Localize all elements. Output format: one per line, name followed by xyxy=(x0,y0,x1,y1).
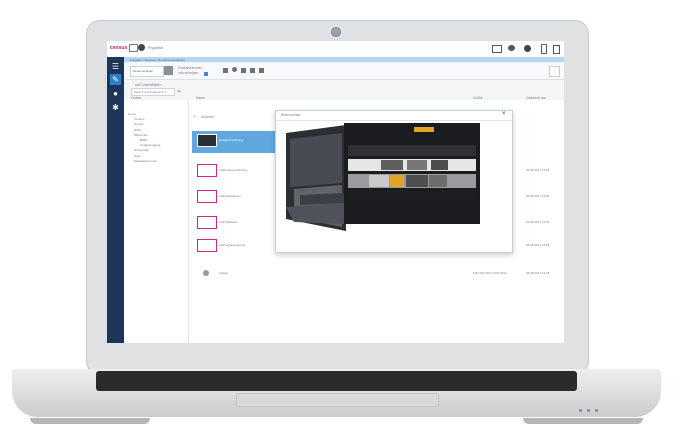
file-name[interactable]: ui4Info xyxy=(219,271,228,275)
webcam xyxy=(331,27,341,37)
laptop-foot-right xyxy=(523,418,643,424)
file-thumbnail[interactable] xyxy=(203,270,209,276)
file-thumbnail[interactable] xyxy=(197,190,217,203)
file-name[interactable]: Designeinrichtung xyxy=(219,138,243,142)
preview-image xyxy=(286,123,480,231)
tree-item[interactable]: Style xyxy=(134,154,141,158)
file-thumbnail[interactable] xyxy=(197,239,217,252)
tree-item[interactable]: Home xyxy=(128,112,136,116)
back-arrow-icon[interactable]: ↰ xyxy=(193,115,196,119)
chat-icon[interactable] xyxy=(508,45,515,51)
file-date: 25.08.2017 13:53 xyxy=(526,243,550,247)
list-folder-title: Außenm xyxy=(201,115,214,119)
search-icon[interactable] xyxy=(549,66,560,77)
status-led xyxy=(579,409,582,412)
settings-icon[interactable] xyxy=(524,45,531,52)
file-size: 5,84 KB (253 x 150) PNG xyxy=(473,271,508,275)
tree-item[interactable]: DWS xyxy=(134,128,141,132)
file-date: 25.08.2017 13:51 xyxy=(526,220,550,224)
keyboard xyxy=(96,371,577,391)
user-avatar-icon[interactable] xyxy=(138,44,145,51)
app-screen: census Peguteste ☰ ✎ ● ✱ Freigabe • Site… xyxy=(107,41,564,343)
mp3-icon[interactable] xyxy=(241,68,246,73)
pager-text: Seite 1 von insgesamt 1 xyxy=(134,90,167,94)
image-icon[interactable] xyxy=(223,68,228,73)
tree-item[interactable]: BildCenter xyxy=(134,133,148,137)
sidebar: ☰ ✎ ● ✱ xyxy=(107,57,124,343)
tools-icon[interactable]: ✱ xyxy=(110,102,121,113)
folder-tree: Home Content System DWS BildCenter Bilder Upda… xyxy=(124,100,189,343)
pager-input[interactable]: Seite 1 von insgesamt 1 xyxy=(131,88,175,96)
file-name[interactable]: ui4Designeinrichtung xyxy=(219,168,247,172)
sliders-icon[interactable]: ☰ xyxy=(110,61,121,72)
video-icon[interactable] xyxy=(250,68,255,73)
modal-title: Bildvorschau xyxy=(281,113,301,117)
status-led xyxy=(587,409,590,412)
breadcrumb[interactable]: ui4Content/Bilder xyxy=(135,83,161,87)
file-date: 25.08.2017 13:48 xyxy=(526,271,550,275)
tree-item[interactable]: Downloads xyxy=(134,148,149,152)
file-date: 25.08.2017 13:52 xyxy=(526,168,550,172)
tablet-icon[interactable] xyxy=(553,45,560,54)
close-icon[interactable]: × xyxy=(502,111,506,117)
tree-item[interactable]: System xyxy=(134,122,144,126)
file-thumbnail[interactable] xyxy=(197,216,217,229)
toolbar: Neues anlegen Schlüsselwörter Info anzei… xyxy=(124,63,564,80)
monitor-icon[interactable] xyxy=(492,45,502,53)
close-x-icon[interactable] xyxy=(164,66,173,75)
modal-header: Bildvorschau × xyxy=(276,111,512,121)
file-name[interactable]: ui4Publikation xyxy=(219,220,238,224)
user-name[interactable]: Peguteste xyxy=(148,46,163,50)
tree-item[interactable]: Content xyxy=(134,117,145,121)
laptop-foot-left xyxy=(30,418,150,424)
file-thumbnail[interactable] xyxy=(197,134,217,147)
circle-icon[interactable] xyxy=(232,67,237,72)
edit-pencil-icon[interactable]: ✎ xyxy=(110,74,121,85)
tree-item[interactable]: Bilder xyxy=(140,138,148,142)
tree-item[interactable]: UpdateLogging xyxy=(140,143,160,147)
notification-text: Freigabe • Sitemap • Benutzerverwaltung xyxy=(130,58,185,62)
file-name[interactable]: ui4Programmierung xyxy=(219,243,245,247)
notification-bar: Freigabe • Sitemap • Benutzerverwaltung xyxy=(124,57,564,62)
touchpad xyxy=(236,393,439,407)
trash-icon[interactable] xyxy=(259,68,264,73)
file-date: 25.08.2017 13:50 xyxy=(526,194,550,198)
status-led xyxy=(595,409,598,412)
pager-arrows[interactable]: ◂ ▸ xyxy=(177,89,181,93)
filter-checkbox[interactable] xyxy=(204,72,208,76)
filter-label: Schlüsselwörter xyxy=(178,66,202,70)
mobile-icon[interactable] xyxy=(541,44,547,54)
card-icon[interactable] xyxy=(129,44,138,52)
new-button[interactable]: Neues anlegen xyxy=(130,66,164,77)
file-name[interactable]: ui4Publikationen xyxy=(219,194,241,198)
info-icon[interactable]: ● xyxy=(110,88,121,99)
top-bar: census Peguteste xyxy=(107,41,564,58)
app-logo: census xyxy=(110,45,128,51)
filter-sub: Info anzeigen xyxy=(178,71,199,75)
file-thumbnail[interactable] xyxy=(197,164,217,177)
image-preview-modal: Bildvorschau × xyxy=(275,110,513,253)
tree-item[interactable]: MetadatenCenter xyxy=(134,159,157,163)
